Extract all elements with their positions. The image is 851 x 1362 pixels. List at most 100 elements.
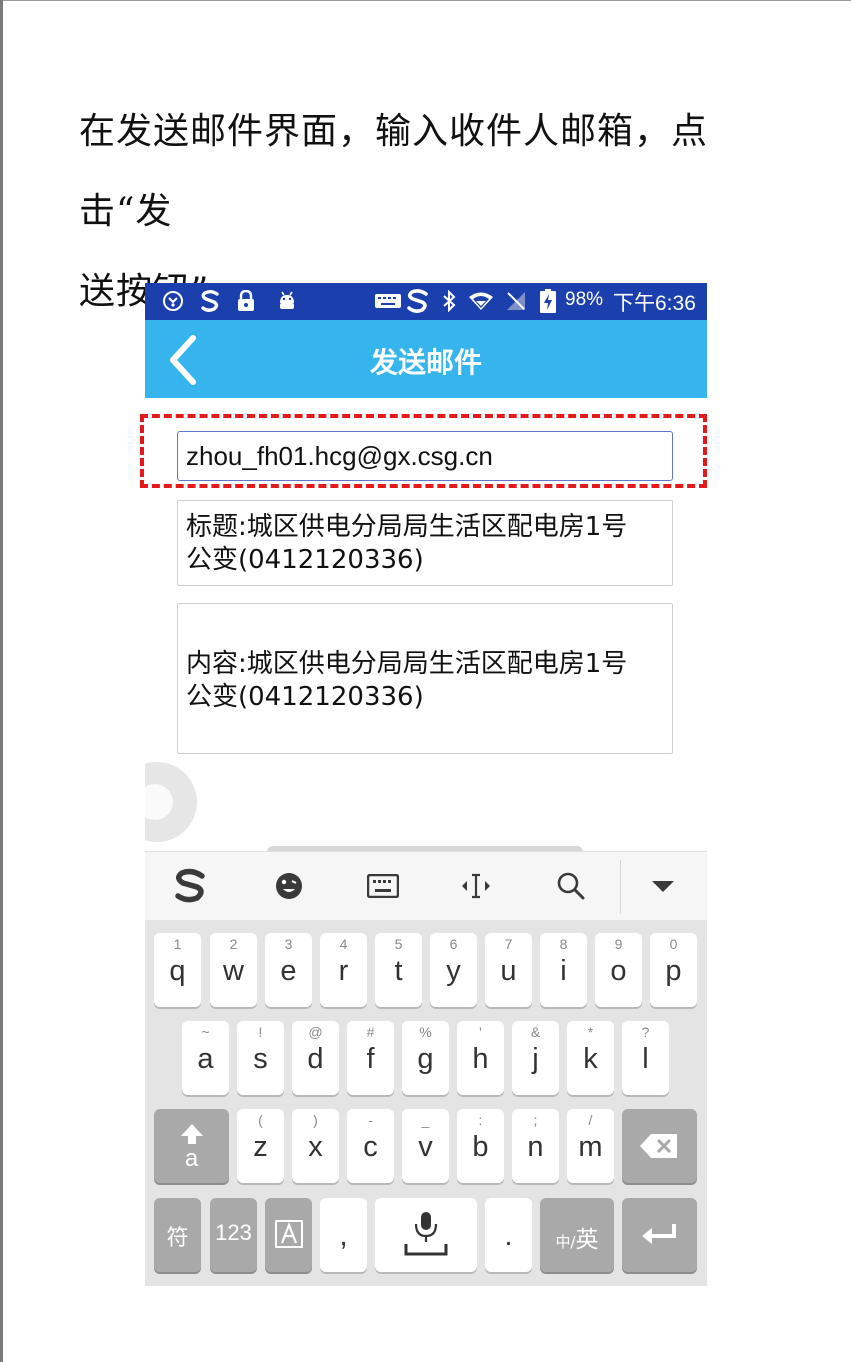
comma-label: ,	[339, 1220, 348, 1252]
toolbar-divider	[620, 860, 621, 914]
key-label: c	[363, 1131, 378, 1163]
backspace-key[interactable]	[622, 1109, 697, 1183]
key-label: d	[307, 1043, 324, 1075]
subject-line-2: 公变(0412120336)	[186, 545, 424, 575]
numbers-key[interactable]: 123	[210, 1198, 257, 1272]
key-label: y	[446, 955, 461, 987]
space-voice-key[interactable]	[375, 1198, 477, 1272]
collapse-keyboard-icon[interactable]	[643, 868, 683, 904]
page-title: 发送邮件	[369, 346, 482, 379]
key-s[interactable]: ! s	[237, 1021, 284, 1095]
handwriting-key[interactable]	[265, 1198, 312, 1272]
page-left-border	[0, 0, 3, 1362]
content-line-1: 内容:城区供电分局局生活区配电房1号	[186, 649, 628, 679]
page-top-border	[0, 0, 851, 1]
instruction-line-1: 在发送邮件界面，输入收件人邮箱，点击“发	[79, 111, 709, 232]
key-label: t	[394, 955, 403, 987]
period-label: .	[504, 1220, 513, 1252]
key-hint: %	[419, 1024, 432, 1040]
key-label: x	[308, 1131, 323, 1163]
key-label: b	[472, 1131, 489, 1163]
key-g[interactable]: % g	[402, 1021, 449, 1095]
key-label: g	[417, 1043, 434, 1075]
keyboard-switch-icon[interactable]	[363, 868, 403, 904]
key-q[interactable]: 1q	[154, 933, 201, 1007]
symbols-key[interactable]: 符	[154, 1198, 201, 1272]
floating-assist-ball[interactable]	[145, 762, 197, 842]
key-label: e	[280, 955, 297, 987]
key-i[interactable]: 8i	[540, 933, 587, 1007]
key-hint: #	[366, 1024, 375, 1040]
subject-field[interactable]: 标题:城区供电分局局生活区配电房1号 公变(0412120336)	[177, 500, 673, 586]
key-b[interactable]: :b	[457, 1109, 504, 1183]
key-hint: ;	[533, 1112, 538, 1128]
lock-icon	[235, 288, 257, 314]
key-hint: /	[588, 1112, 593, 1128]
key-label: r	[338, 955, 349, 987]
key-z[interactable]: (z	[237, 1109, 284, 1183]
key-label: l	[642, 1043, 649, 1075]
key-o[interactable]: 9o	[595, 933, 642, 1007]
key-j[interactable]: & j	[512, 1021, 559, 1095]
key-c[interactable]: -c	[347, 1109, 394, 1183]
status-bar: 98% 下午6:36	[145, 283, 707, 320]
key-label: i	[560, 955, 567, 987]
language-small: 中/	[555, 1233, 576, 1251]
search-icon[interactable]	[551, 868, 591, 904]
time-prefix: 下午	[613, 292, 655, 315]
keyboard-toolbar	[145, 851, 707, 921]
key-d[interactable]: @ d	[292, 1021, 339, 1095]
key-t[interactable]: 5t	[375, 933, 422, 1007]
period-key[interactable]: .	[485, 1198, 532, 1272]
key-r[interactable]: 4r	[320, 933, 367, 1007]
enter-icon	[642, 1224, 676, 1244]
key-x[interactable]: ) x	[292, 1109, 339, 1183]
font-a-icon	[275, 1220, 303, 1248]
key-label: k	[583, 1043, 598, 1075]
key-hint: _	[421, 1112, 430, 1128]
key-u[interactable]: 7u	[485, 933, 532, 1007]
key-y[interactable]: 6y	[430, 933, 477, 1007]
key-p[interactable]: 0p	[650, 933, 697, 1007]
enter-key[interactable]	[622, 1198, 697, 1272]
language-big: 英	[575, 1227, 599, 1253]
clock: 下午6:36	[613, 287, 696, 317]
key-label: s	[253, 1043, 268, 1075]
language-switch-key[interactable]: 中/英	[540, 1198, 614, 1272]
symbols-label: 符	[166, 1225, 189, 1250]
key-f[interactable]: # f	[347, 1021, 394, 1095]
email-highlight-box	[140, 414, 707, 488]
key-hint: !	[258, 1024, 263, 1040]
microphone-icon	[404, 1212, 448, 1256]
key-h[interactable]: ' h	[457, 1021, 504, 1095]
key-hint: 7	[504, 936, 513, 952]
sogou-logo-icon[interactable]	[171, 868, 211, 904]
bluetooth-icon	[439, 288, 459, 314]
key-l[interactable]: ? l	[622, 1021, 669, 1095]
key-a[interactable]: ~ a	[182, 1021, 229, 1095]
shift-arrow-icon	[181, 1124, 203, 1144]
content-field[interactable]: 内容:城区供电分局局生活区配电房1号 公变(0412120336)	[177, 603, 673, 754]
no-sim-icon	[505, 288, 527, 314]
numbers-label: 123	[215, 1220, 252, 1245]
key-k[interactable]: * k	[567, 1021, 614, 1095]
key-hint: 3	[284, 936, 293, 952]
key-label: o	[610, 955, 627, 987]
key-m[interactable]: / m	[567, 1109, 614, 1183]
shift-key[interactable]: a	[154, 1109, 229, 1183]
emoji-icon[interactable]	[269, 868, 309, 904]
key-hint: (	[258, 1112, 263, 1128]
comma-key[interactable]: ,	[320, 1198, 367, 1272]
key-label: q	[169, 955, 186, 987]
key-hint: 1	[173, 936, 182, 952]
battery-percent: 98%	[565, 289, 604, 310]
key-hint: *	[587, 1024, 594, 1040]
key-w[interactable]: 2w	[210, 933, 257, 1007]
key-e[interactable]: 3e	[265, 933, 312, 1007]
backspace-icon	[640, 1134, 677, 1158]
time-value: 6:36	[655, 292, 696, 315]
key-v[interactable]: _ v	[402, 1109, 449, 1183]
key-n[interactable]: ; n	[512, 1109, 559, 1183]
key-label: h	[472, 1043, 489, 1075]
cursor-move-icon[interactable]	[456, 868, 496, 904]
